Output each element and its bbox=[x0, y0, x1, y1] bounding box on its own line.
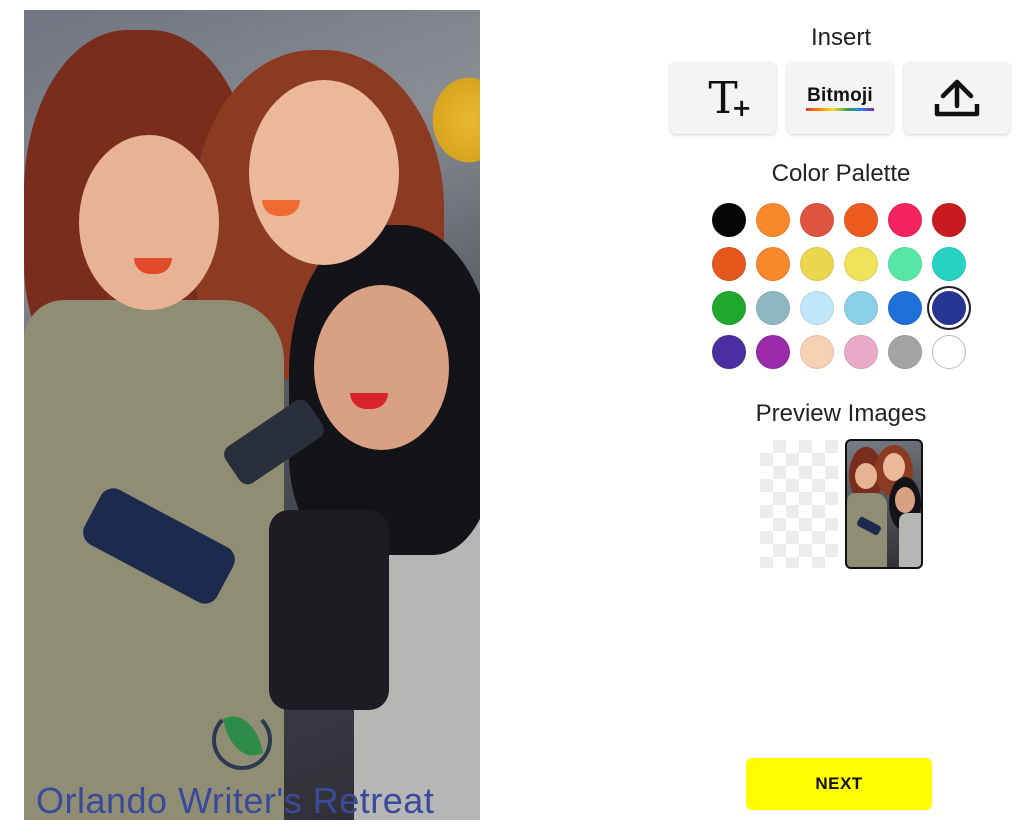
photo-region bbox=[269, 510, 389, 710]
color-swatch[interactable] bbox=[888, 335, 922, 369]
color-swatch[interactable] bbox=[712, 335, 746, 369]
color-swatch[interactable] bbox=[844, 203, 878, 237]
text-plus-icon: T + bbox=[708, 72, 752, 124]
editor-panel: Insert T + Bitmoji Color Palette Preview … bbox=[660, 0, 1022, 838]
color-swatch[interactable] bbox=[888, 291, 922, 325]
color-swatch[interactable] bbox=[712, 247, 746, 281]
color-swatch[interactable] bbox=[844, 247, 878, 281]
preview-images-heading: Preview Images bbox=[755, 400, 927, 427]
color-swatch[interactable] bbox=[888, 203, 922, 237]
color-swatch[interactable] bbox=[800, 335, 834, 369]
color-swatch[interactable] bbox=[756, 335, 790, 369]
color-palette-heading: Color Palette bbox=[771, 160, 911, 187]
photo-region bbox=[249, 80, 399, 265]
color-swatch[interactable] bbox=[932, 247, 966, 281]
next-button[interactable]: NEXT bbox=[746, 758, 932, 810]
photo-region bbox=[314, 285, 449, 450]
bitmoji-button[interactable]: Bitmoji bbox=[787, 62, 893, 134]
color-swatch[interactable] bbox=[844, 335, 878, 369]
color-swatch[interactable] bbox=[932, 291, 966, 325]
photo-region bbox=[79, 135, 219, 310]
color-swatch[interactable] bbox=[932, 335, 966, 369]
color-swatch[interactable] bbox=[800, 203, 834, 237]
preview-image-transparent[interactable] bbox=[760, 440, 838, 568]
upload-button[interactable] bbox=[904, 62, 1010, 134]
color-swatch[interactable] bbox=[712, 291, 746, 325]
color-swatch[interactable] bbox=[800, 291, 834, 325]
color-swatch[interactable] bbox=[756, 203, 790, 237]
color-swatch[interactable] bbox=[800, 247, 834, 281]
color-swatch[interactable] bbox=[888, 247, 922, 281]
insert-heading: Insert bbox=[810, 24, 872, 51]
color-swatch[interactable] bbox=[712, 203, 746, 237]
preview-image-photo[interactable] bbox=[845, 439, 923, 569]
color-swatch[interactable] bbox=[756, 291, 790, 325]
photo-canvas[interactable]: Orlando Writer's Retreat bbox=[24, 10, 480, 820]
add-text-button[interactable]: T + bbox=[670, 62, 776, 134]
color-swatch[interactable] bbox=[932, 203, 966, 237]
color-swatch[interactable] bbox=[844, 291, 878, 325]
watermark-text: Orlando Writer's Retreat bbox=[36, 780, 435, 820]
upload-icon bbox=[934, 79, 980, 117]
bitmoji-logo: Bitmoji bbox=[806, 85, 874, 111]
color-swatch[interactable] bbox=[756, 247, 790, 281]
